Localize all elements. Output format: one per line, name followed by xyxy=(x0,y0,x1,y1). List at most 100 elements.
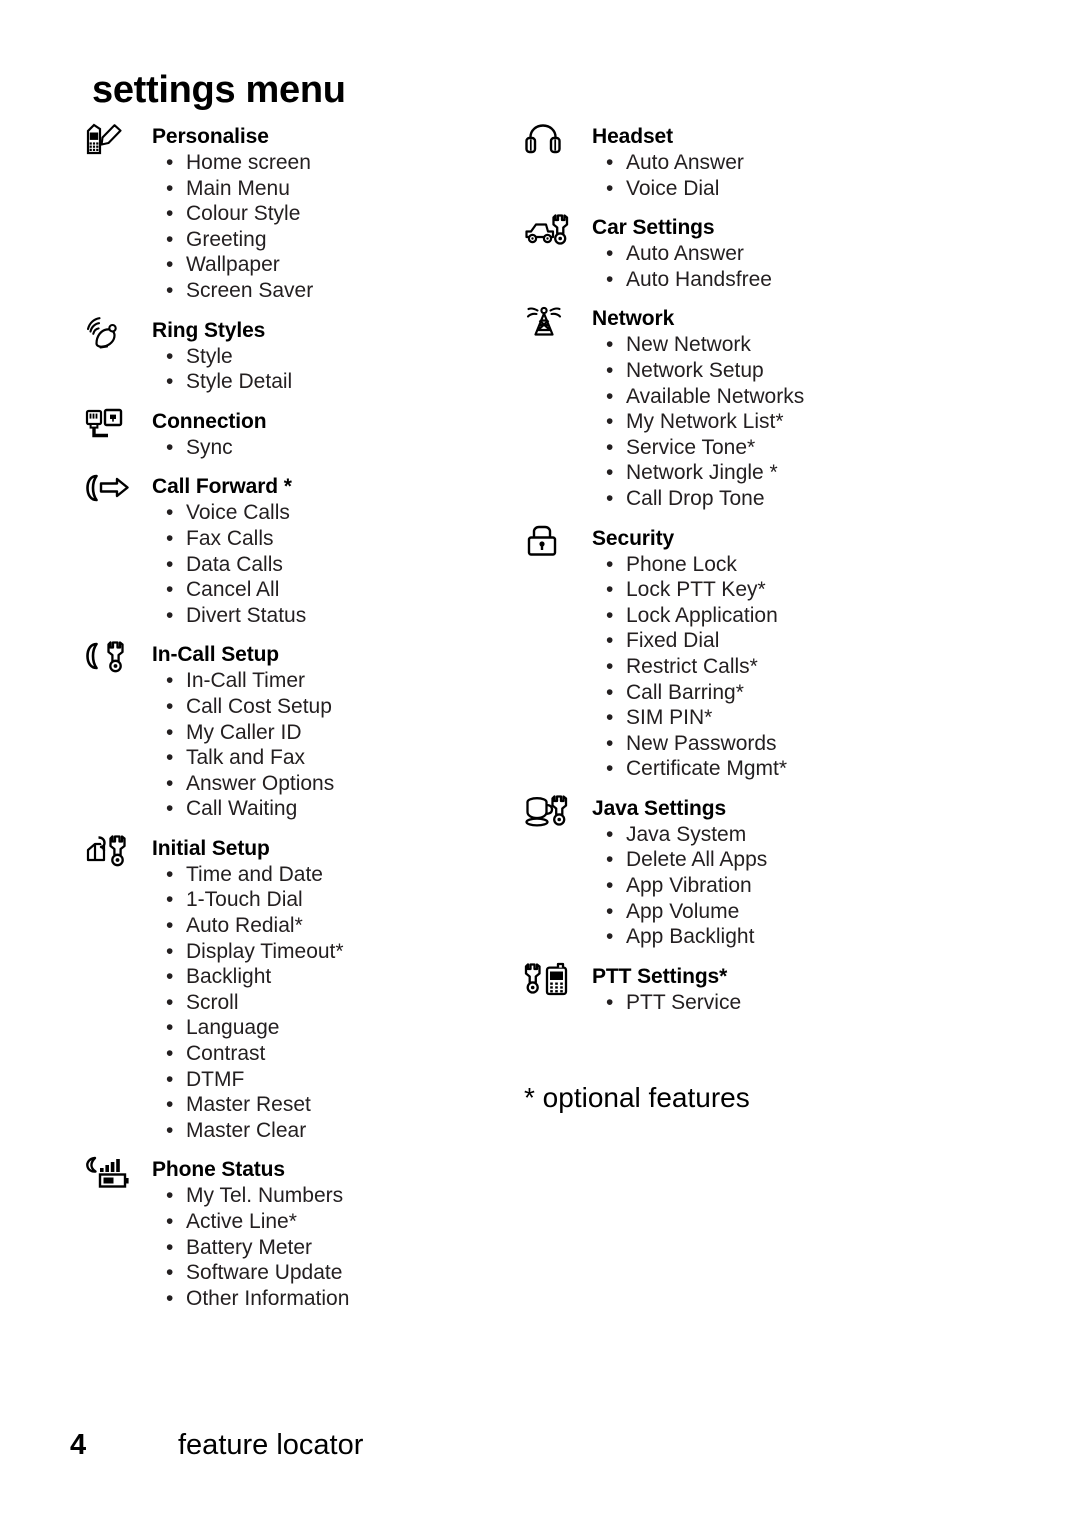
list-item-label: Style Detail xyxy=(186,370,293,394)
list-item: • Auto Handsfree xyxy=(592,267,954,293)
list-item-label: In-Call Timer xyxy=(186,669,306,693)
list-item: • Lock PTT Key* xyxy=(592,577,954,603)
settings-item-list: • Home screen • Main Menu • Colour Style • Gree… xyxy=(152,150,504,304)
bullet-icon: • xyxy=(166,501,174,525)
list-item-label: Time and Date xyxy=(186,862,323,886)
list-item: • Battery Meter xyxy=(152,1235,504,1261)
list-item-label: Cancel All xyxy=(186,578,280,602)
list-item: • Style xyxy=(152,344,504,370)
bullet-icon: • xyxy=(166,603,174,627)
bullet-icon: • xyxy=(606,267,614,291)
list-item: • Fax Calls xyxy=(152,526,504,552)
list-item-label: Home screen xyxy=(186,151,311,174)
optional-features-note: * optional features xyxy=(524,1082,750,1114)
list-item-label: Style xyxy=(186,344,233,368)
bullet-icon: • xyxy=(606,731,614,755)
bullet-icon: • xyxy=(166,914,174,938)
bullet-icon: • xyxy=(166,253,174,277)
handset-wrench-icon xyxy=(84,640,140,673)
list-item-label: Restrict Calls* xyxy=(626,654,758,678)
left-column: Personalise • Home screen • Main Menu • Colour… xyxy=(84,122,504,1325)
list-item-label: Backlight xyxy=(186,965,272,989)
list-item-label: Main Menu xyxy=(186,176,290,200)
list-item: • Call Cost Setup xyxy=(152,694,504,720)
settings-group: Connection • Sync xyxy=(84,408,504,461)
list-item-label: Lock PTT Key* xyxy=(626,578,766,602)
settings-group: Call Forward * • Voice Calls • Fax Calls • Dat… xyxy=(84,474,504,628)
bullet-icon: • xyxy=(166,151,174,174)
settings-item-list: • Auto Answer • Voice Dial xyxy=(592,150,954,201)
list-item: • My Caller ID xyxy=(152,720,504,746)
list-item-label: SIM PIN* xyxy=(626,706,713,730)
settings-group: Security • Phone Lock • Lock PTT Key* • Lock A… xyxy=(524,524,954,782)
bullet-icon: • xyxy=(166,746,174,770)
list-item-label: Active Line* xyxy=(186,1210,297,1233)
padlock-icon xyxy=(524,524,580,556)
bullet-icon: • xyxy=(166,1184,174,1208)
bullet-icon: • xyxy=(606,242,614,266)
settings-item-list: • My Tel. Numbers • Active Line* • Battery Me… xyxy=(152,1183,504,1311)
list-item: • Main Menu xyxy=(152,176,504,202)
settings-group-heading: Call Forward * xyxy=(152,475,292,499)
bullet-icon: • xyxy=(606,410,614,434)
list-item-label: Colour Style xyxy=(186,202,301,226)
settings-group: Headset • Auto Answer • Voice Dial xyxy=(524,124,954,201)
bullet-icon: • xyxy=(606,461,614,485)
list-item: • Software Update xyxy=(152,1260,504,1286)
list-item: • Phone Lock xyxy=(592,552,954,578)
settings-group: In-Call Setup • In-Call Timer • Call Cost Se… xyxy=(84,640,504,822)
list-item-label: Wallpaper xyxy=(186,253,280,277)
list-item-label: Auto Answer xyxy=(626,242,744,266)
wrench-walkie-talkie-icon xyxy=(524,962,580,995)
bullet-icon: • xyxy=(606,654,614,678)
bullet-icon: • xyxy=(166,578,174,602)
bullet-icon: • xyxy=(606,578,614,602)
list-item-label: App Volume xyxy=(626,899,740,923)
list-item: • Answer Options xyxy=(152,771,504,797)
bullet-icon: • xyxy=(166,797,174,821)
call-forward-arrow-icon xyxy=(84,472,140,502)
list-item-label: Java System xyxy=(626,822,747,846)
bullet-icon: • xyxy=(606,822,614,846)
list-item: • Talk and Fax xyxy=(152,745,504,771)
signal-battery-icon xyxy=(84,1155,140,1189)
list-item: • Sync xyxy=(152,435,504,461)
list-item-label: Master Clear xyxy=(186,1118,307,1142)
settings-item-list: • In-Call Timer • Call Cost Setup • My Caller… xyxy=(152,668,504,822)
list-item: • My Tel. Numbers xyxy=(152,1183,504,1209)
list-item: • In-Call Timer xyxy=(152,668,504,694)
page-number: 4 xyxy=(70,1429,87,1461)
bullet-icon: • xyxy=(166,227,174,251)
list-item-label: New Network xyxy=(626,333,751,357)
coffee-cup-wrench-icon xyxy=(524,794,580,827)
list-item: • Screen Saver xyxy=(152,278,504,304)
list-item-label: My Tel. Numbers xyxy=(186,1184,344,1208)
bullet-icon: • xyxy=(166,1067,174,1091)
list-item: • Service Tone* xyxy=(592,435,954,461)
bullet-icon: • xyxy=(166,771,174,795)
bullet-icon: • xyxy=(166,552,174,576)
list-item: • New Passwords xyxy=(592,731,954,757)
list-item-label: Call Barring* xyxy=(626,680,744,704)
bullet-icon: • xyxy=(606,603,614,627)
settings-item-list: • Voice Calls • Fax Calls • Data Calls • Cancel… xyxy=(152,500,504,628)
list-item: • Voice Dial xyxy=(592,176,954,202)
bullet-icon: • xyxy=(606,874,614,898)
list-item: • Cancel All xyxy=(152,577,504,603)
phone-pencil-icon xyxy=(84,122,140,155)
list-item: • App Vibration xyxy=(592,873,954,899)
list-item-label: Fax Calls xyxy=(186,526,274,550)
list-item: • Display Timeout* xyxy=(152,939,504,965)
list-item-label: My Caller ID xyxy=(186,720,302,744)
headphones-icon xyxy=(524,122,580,154)
list-item-label: App Backlight xyxy=(626,925,755,949)
list-item: • App Volume xyxy=(592,899,954,925)
list-item-label: Scroll xyxy=(186,990,239,1014)
settings-group-heading: Network xyxy=(592,307,675,331)
list-item-label: Other Information xyxy=(186,1286,350,1310)
settings-group-heading: PTT Settings* xyxy=(592,964,728,988)
bullet-icon: • xyxy=(166,862,174,886)
list-item-label: Call Waiting xyxy=(186,797,298,821)
list-item-label: PTT Service xyxy=(626,990,742,1014)
settings-group: Network • New Network • Network Setup • Availa… xyxy=(524,306,954,511)
